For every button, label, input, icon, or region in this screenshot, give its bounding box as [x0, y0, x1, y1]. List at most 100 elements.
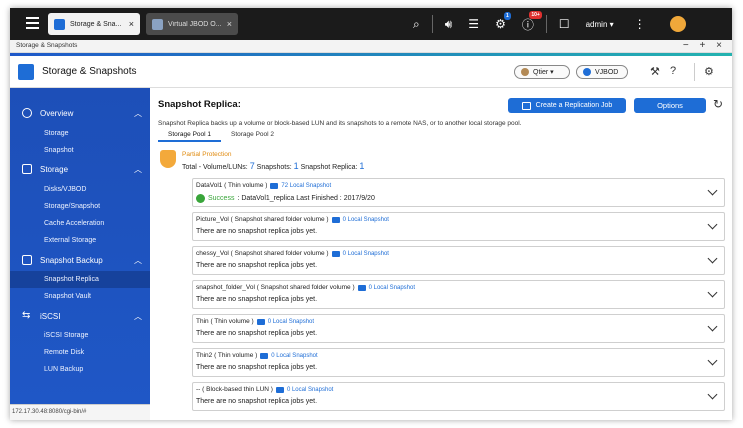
- more-options-icon[interactable]: ⋮: [634, 17, 646, 31]
- pool-tabs: Storage Pool 1 Storage Pool 2: [158, 130, 284, 142]
- snapshot-count-link[interactable]: 0 Local Snapshot: [271, 353, 317, 359]
- sidebar-item-storage-snapshot[interactable]: Storage/Snapshot: [10, 198, 150, 215]
- volume-detail: : DataVol1_replica Last Finished : 2017/…: [237, 195, 375, 202]
- sidebar-item-iscsi-storage[interactable]: iSCSI Storage: [10, 327, 150, 344]
- camera-icon: [331, 216, 340, 223]
- chevron-up-icon: ︿: [134, 108, 142, 118]
- tab-storage-snapshots[interactable]: Storage & Sna... ×: [48, 13, 140, 35]
- iscsi-icon: ⇆: [22, 310, 31, 321]
- shield-icon: [160, 150, 176, 168]
- success-label: Success: [208, 195, 235, 202]
- sidebar-item-remote-disk[interactable]: Remote Disk: [10, 344, 150, 361]
- settings-icon[interactable]: ⚙: [704, 65, 714, 78]
- snapshot-count-link[interactable]: 0 Local Snapshot: [369, 285, 415, 291]
- vjbod-button[interactable]: VJBOD: [576, 65, 628, 79]
- chevron-up-icon: ︿: [134, 164, 142, 174]
- snapshot-count-link[interactable]: 0 Local Snapshot: [268, 319, 314, 325]
- sidebar-section-overview[interactable]: Overview ︿: [10, 104, 150, 122]
- chevron-down-icon[interactable]: [707, 321, 718, 332]
- menu-icon[interactable]: [26, 17, 39, 29]
- sidebar-item-snapshot[interactable]: Snapshot: [10, 142, 150, 159]
- storage-app-icon: [18, 64, 34, 80]
- snapshot-count-link[interactable]: 0 Local Snapshot: [287, 387, 333, 393]
- qtier-button[interactable]: Qtier ▾: [514, 65, 570, 79]
- snapshots-value: 1: [293, 161, 299, 171]
- volume-card[interactable]: chessy_Vol ( Snapshot shared folder volu…: [192, 246, 725, 275]
- create-replication-job-button[interactable]: Create a Replication Job: [508, 98, 626, 113]
- vjbod-icon: [152, 18, 163, 30]
- refresh-icon[interactable]: ↻: [713, 97, 723, 111]
- chevron-down-icon[interactable]: [707, 287, 718, 298]
- background-tasks-icon[interactable]: ⚙ 1: [495, 12, 511, 31]
- chevron-up-icon: ︿: [134, 311, 142, 321]
- sidebar-item-lun-backup[interactable]: LUN Backup: [10, 361, 150, 378]
- section-label: Storage: [40, 164, 69, 174]
- user-menu[interactable]: admin ▾: [586, 20, 614, 29]
- protection-summary: Total - Volume/LUNs: 7 Snapshots: 1 Snap…: [182, 161, 364, 171]
- volume-name: -- ( Block-based thin LUN ): [196, 386, 273, 393]
- user-icon[interactable]: ☐: [559, 17, 570, 31]
- notifications-badge: 10+: [529, 10, 542, 19]
- volume-card[interactable]: DataVol1 ( Thin volume ) 72 Local Snapsh…: [192, 178, 725, 207]
- snapshot-count-link[interactable]: 0 Local Snapshot: [343, 251, 389, 257]
- replication-icon: [521, 101, 531, 110]
- volume-header: -- ( Block-based thin LUN ) 0 Local Snap…: [196, 386, 333, 393]
- camera-icon: [270, 182, 279, 189]
- volume-card[interactable]: Thin ( Thin volume ) 0 Local Snapshot Th…: [192, 314, 725, 343]
- divider: [694, 63, 695, 81]
- sidebar-item-cache-acceleration[interactable]: Cache Acceleration: [10, 215, 150, 232]
- volume-header: chessy_Vol ( Snapshot shared folder volu…: [196, 250, 389, 257]
- tasks-badge: 1: [504, 12, 511, 20]
- replica-label: Snapshot Replica:: [300, 164, 358, 171]
- volume-name: Picture_Vol ( Snapshot shared folder vol…: [196, 216, 329, 223]
- main-panel: Snapshot Replica: Create a Replication J…: [150, 88, 732, 420]
- section-label: Snapshot Backup: [40, 255, 103, 265]
- sidebar-section-storage[interactable]: Storage ︿: [10, 160, 150, 178]
- window-title-bar: Storage & Snapshots − + ×: [10, 40, 732, 53]
- chevron-down-icon[interactable]: [707, 253, 718, 264]
- snapshot-count-link[interactable]: 72 Local Snapshot: [281, 183, 331, 189]
- volume-icon[interactable]: 🔊︎: [445, 17, 453, 32]
- total-value: 7: [249, 161, 255, 171]
- sidebar-item-snapshot-replica[interactable]: Snapshot Replica: [10, 271, 150, 288]
- chevron-down-icon[interactable]: [707, 219, 718, 230]
- chevron-down-icon[interactable]: [707, 389, 718, 400]
- dashboard-icon[interactable]: [669, 16, 686, 32]
- options-button[interactable]: Options: [634, 98, 706, 113]
- camera-icon: [260, 352, 269, 359]
- sidebar-section-snapshot-backup[interactable]: Snapshot Backup ︿: [10, 251, 150, 269]
- volume-card[interactable]: snapshot_folder_Vol ( Snapshot shared fo…: [192, 280, 725, 309]
- window-controls[interactable]: − + ×: [683, 40, 726, 51]
- chevron-down-icon[interactable]: [707, 185, 718, 196]
- close-icon[interactable]: ×: [227, 19, 232, 29]
- qtier-label: Qtier ▾: [533, 69, 554, 76]
- help-icon[interactable]: ?: [670, 65, 676, 77]
- volume-card[interactable]: -- ( Block-based thin LUN ) 0 Local Snap…: [192, 382, 725, 411]
- sidebar-item-disks-vjbod[interactable]: Disks/VJBOD: [10, 181, 150, 198]
- sidebar-section-iscsi[interactable]: ⇆ iSCSI ︿: [10, 307, 150, 325]
- top-icons: ⌕ 🔊︎ ☰ ⚙ 1 ⓘ 10+ ☐ admin ▾ ⋮: [405, 8, 686, 40]
- notification-icon[interactable]: ⓘ 10+: [522, 10, 542, 33]
- camera-icon: [357, 284, 366, 291]
- tasks-icon[interactable]: ☰: [468, 17, 479, 31]
- volume-card[interactable]: Picture_Vol ( Snapshot shared folder vol…: [192, 212, 725, 241]
- tools-icon[interactable]: ⚒: [650, 65, 660, 78]
- qtier-icon: [521, 68, 529, 76]
- tab-storage-pool-2[interactable]: Storage Pool 2: [221, 130, 284, 142]
- camera-icon: [275, 386, 284, 393]
- sidebar-item-snapshot-vault[interactable]: Snapshot Vault: [10, 288, 150, 305]
- close-icon[interactable]: ×: [129, 19, 134, 29]
- page-title: Snapshot Replica:: [158, 99, 241, 110]
- volume-card[interactable]: Thin2 ( Thin volume ) 0 Local Snapshot T…: [192, 348, 725, 377]
- tab-virtual-jbod[interactable]: Virtual JBOD O... ×: [146, 13, 238, 35]
- tab-storage-pool-1[interactable]: Storage Pool 1: [158, 130, 222, 142]
- volume-name: DataVol1 ( Thin volume ): [196, 182, 268, 189]
- search-icon[interactable]: ⌕: [413, 17, 420, 32]
- volume-detail: There are no snapshot replica jobs yet.: [196, 330, 318, 337]
- sidebar-item-storage[interactable]: Storage: [10, 125, 150, 142]
- chevron-down-icon[interactable]: [707, 355, 718, 366]
- volume-header: snapshot_folder_Vol ( Snapshot shared fo…: [196, 284, 415, 291]
- snapshot-count-link[interactable]: 0 Local Snapshot: [343, 217, 389, 223]
- page-description: Snapshot Replica backs up a volume or bl…: [158, 120, 522, 127]
- sidebar-item-external-storage[interactable]: External Storage: [10, 232, 150, 249]
